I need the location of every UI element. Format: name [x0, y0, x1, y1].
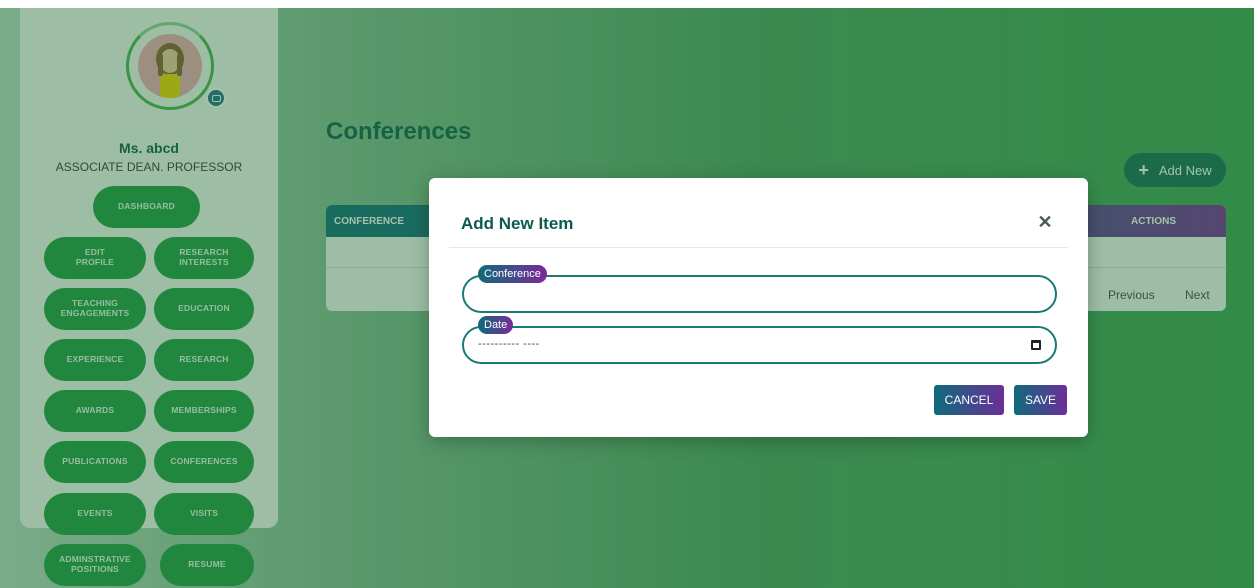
conference-field[interactable]: Conference: [462, 265, 1057, 313]
add-item-modal: Add New Item ✕ Conference Date ---------…: [429, 178, 1088, 437]
modal-title: Add New Item: [461, 214, 574, 233]
close-icon[interactable]: ✕: [1035, 212, 1055, 232]
modal-divider: [449, 247, 1068, 248]
date-field[interactable]: Date ---------- ----: [462, 316, 1057, 364]
top-strip: [0, 0, 1254, 8]
date-field-label: Date: [478, 316, 514, 334]
calendar-icon[interactable]: [1031, 340, 1041, 350]
save-button[interactable]: SAVE: [1014, 385, 1067, 415]
cancel-button[interactable]: CANCEL: [934, 385, 1004, 415]
date-placeholder: ---------- ----: [478, 338, 540, 350]
conference-field-label: Conference: [478, 265, 547, 283]
